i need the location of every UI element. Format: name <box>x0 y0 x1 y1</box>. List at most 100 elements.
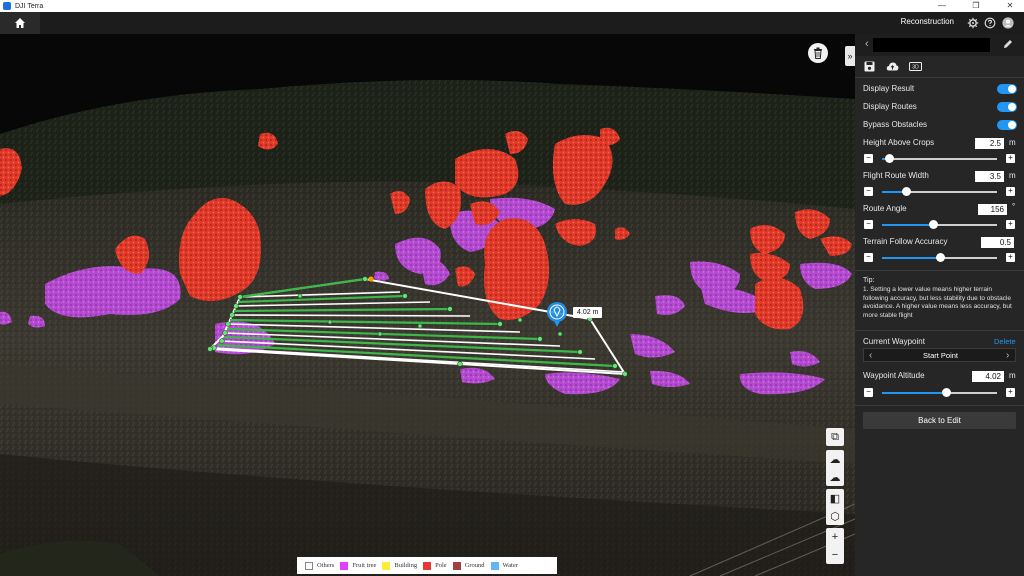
cloud-sync-icon[interactable]: ☁ <box>826 468 844 486</box>
legend-swatch <box>305 561 313 570</box>
collapse-panel-button[interactable]: » <box>845 46 855 66</box>
panel-header: ‹ <box>855 34 1024 56</box>
altitude-unit: m <box>1009 371 1016 380</box>
slider-fill <box>882 257 940 259</box>
route-settings-panel: ‹ 3D Display Result Display Routes Bypas… <box>855 34 1024 576</box>
display-result-toggle[interactable] <box>997 84 1017 94</box>
legend-item-water[interactable]: Water <box>490 561 518 570</box>
height-increase-button[interactable]: + <box>1006 154 1015 163</box>
page-title: Reconstruction <box>900 17 954 26</box>
slider-thumb[interactable] <box>884 154 894 163</box>
legend-swatch <box>423 561 432 570</box>
display-routes-label: Display Routes <box>863 102 917 111</box>
waypoint-selector: Start Point ‹ › <box>863 348 1016 362</box>
legend-label: Others <box>317 562 335 569</box>
accuracy-slider[interactable] <box>882 253 997 262</box>
route-angle-input[interactable]: 156 <box>978 204 1007 215</box>
terrain-follow-accuracy-label: Terrain Follow Accuracy <box>863 237 948 246</box>
width-decrease-button[interactable]: − <box>864 187 873 196</box>
user-avatar-icon[interactable] <box>1002 17 1014 29</box>
divider <box>855 270 1024 271</box>
altitude-slider[interactable] <box>882 388 997 397</box>
app-logo-icon <box>3 2 11 10</box>
terrain-follow-accuracy-input[interactable]: 0.5 <box>981 237 1014 248</box>
width-increase-button[interactable]: + <box>1006 187 1015 196</box>
cube-view-icon[interactable]: ◧ <box>826 489 844 507</box>
distance-label: 4.02 m <box>573 307 603 318</box>
back-arrow-icon[interactable]: ‹ <box>865 38 869 50</box>
top-bar: Reconstruction <box>0 12 1024 34</box>
legend-item-fruit-tree[interactable]: Fruit tree <box>340 561 376 570</box>
divider <box>855 405 1024 406</box>
waypoint-altitude-input[interactable]: 4.02 <box>972 371 1004 382</box>
legend-item-pole[interactable]: Pole <box>423 561 447 570</box>
slider-thumb[interactable] <box>935 253 945 262</box>
cube-top-icon[interactable]: ⬡ <box>826 507 844 525</box>
cloud-upload-icon[interactable] <box>886 61 899 72</box>
legend-item-others[interactable]: Others <box>305 561 335 570</box>
legend-label: Pole <box>435 562 447 569</box>
height-above-crops-input[interactable]: 2.5 <box>975 138 1004 149</box>
maximize-button[interactable]: ❐ <box>962 0 990 12</box>
3d-view-icon[interactable]: 3D <box>909 61 922 72</box>
angle-increase-button[interactable]: + <box>1006 220 1015 229</box>
window-titlebar: DJI Terra — ❐ ✕ <box>0 0 1024 12</box>
help-icon[interactable] <box>984 17 996 29</box>
zoom-out-button[interactable]: − <box>826 546 844 564</box>
previous-waypoint-button[interactable]: ‹ <box>869 350 872 361</box>
panel-actions: 3D <box>855 56 1024 78</box>
flight-route-width-input[interactable]: 3.5 <box>975 171 1004 182</box>
next-waypoint-button[interactable]: › <box>1006 350 1009 361</box>
current-waypoint-label: Current Waypoint <box>863 337 925 346</box>
view-toolbar: ◧ ⬡ <box>826 489 844 525</box>
accuracy-increase-button[interactable]: + <box>1006 253 1015 262</box>
route-angle-label: Route Angle <box>863 204 907 213</box>
waypoint-altitude-label: Waypoint Altitude <box>863 371 925 380</box>
height-decrease-button[interactable]: − <box>864 154 873 163</box>
legend-label: Ground <box>464 562 485 569</box>
legend-item-building[interactable]: Building <box>382 561 418 570</box>
accuracy-decrease-button[interactable]: − <box>864 253 873 262</box>
width-slider[interactable] <box>882 187 997 196</box>
cloud-download-icon[interactable]: ☁ <box>826 450 844 468</box>
map-viewport[interactable]: » 4.02 m ⧉ ☁ ☁ ◧ ⬡ + − Others Fruit tree… <box>0 34 855 576</box>
gear-icon[interactable] <box>967 17 979 29</box>
layer-toolbar: ⧉ <box>826 428 844 446</box>
minimize-button[interactable]: — <box>928 0 956 12</box>
pencil-icon[interactable] <box>1003 39 1013 49</box>
height-unit: m <box>1009 138 1016 147</box>
bypass-obstacles-toggle[interactable] <box>997 120 1017 130</box>
flight-route-width-label: Flight Route Width <box>863 171 929 180</box>
legend-item-ground[interactable]: Ground <box>452 561 485 570</box>
altitude-increase-button[interactable]: + <box>1006 388 1015 397</box>
height-slider[interactable] <box>882 154 997 163</box>
angle-slider[interactable] <box>882 220 997 229</box>
close-window-button[interactable]: ✕ <box>996 0 1024 12</box>
angle-decrease-button[interactable]: − <box>864 220 873 229</box>
slider-fill <box>882 392 947 394</box>
back-to-edit-button[interactable]: Back to Edit <box>863 412 1016 429</box>
bypass-obstacles-label: Bypass Obstacles <box>863 120 928 129</box>
legend-swatch <box>382 561 391 570</box>
waypoint-selected: Start Point <box>922 351 959 360</box>
zoom-in-button[interactable]: + <box>826 528 844 546</box>
home-icon <box>15 18 25 28</box>
home-button[interactable] <box>0 12 40 34</box>
delete-route-button[interactable] <box>808 43 828 63</box>
width-unit: m <box>1009 171 1016 180</box>
altitude-decrease-button[interactable]: − <box>864 388 873 397</box>
start-waypoint-marker[interactable] <box>368 276 374 282</box>
slider-thumb[interactable] <box>902 187 912 196</box>
legend-label: Building <box>394 562 418 569</box>
save-icon[interactable] <box>864 61 875 72</box>
point-cloud-scene[interactable] <box>0 34 855 576</box>
layers-icon[interactable]: ⧉ <box>826 428 844 446</box>
slider-fill <box>882 224 933 226</box>
legend-label: Water <box>502 562 518 569</box>
legend-swatch <box>452 561 461 570</box>
route-name-input[interactable] <box>873 38 990 52</box>
slider-thumb[interactable] <box>942 388 952 397</box>
delete-waypoint-link[interactable]: Delete <box>994 337 1016 346</box>
display-routes-toggle[interactable] <box>997 102 1017 112</box>
slider-thumb[interactable] <box>928 220 938 229</box>
